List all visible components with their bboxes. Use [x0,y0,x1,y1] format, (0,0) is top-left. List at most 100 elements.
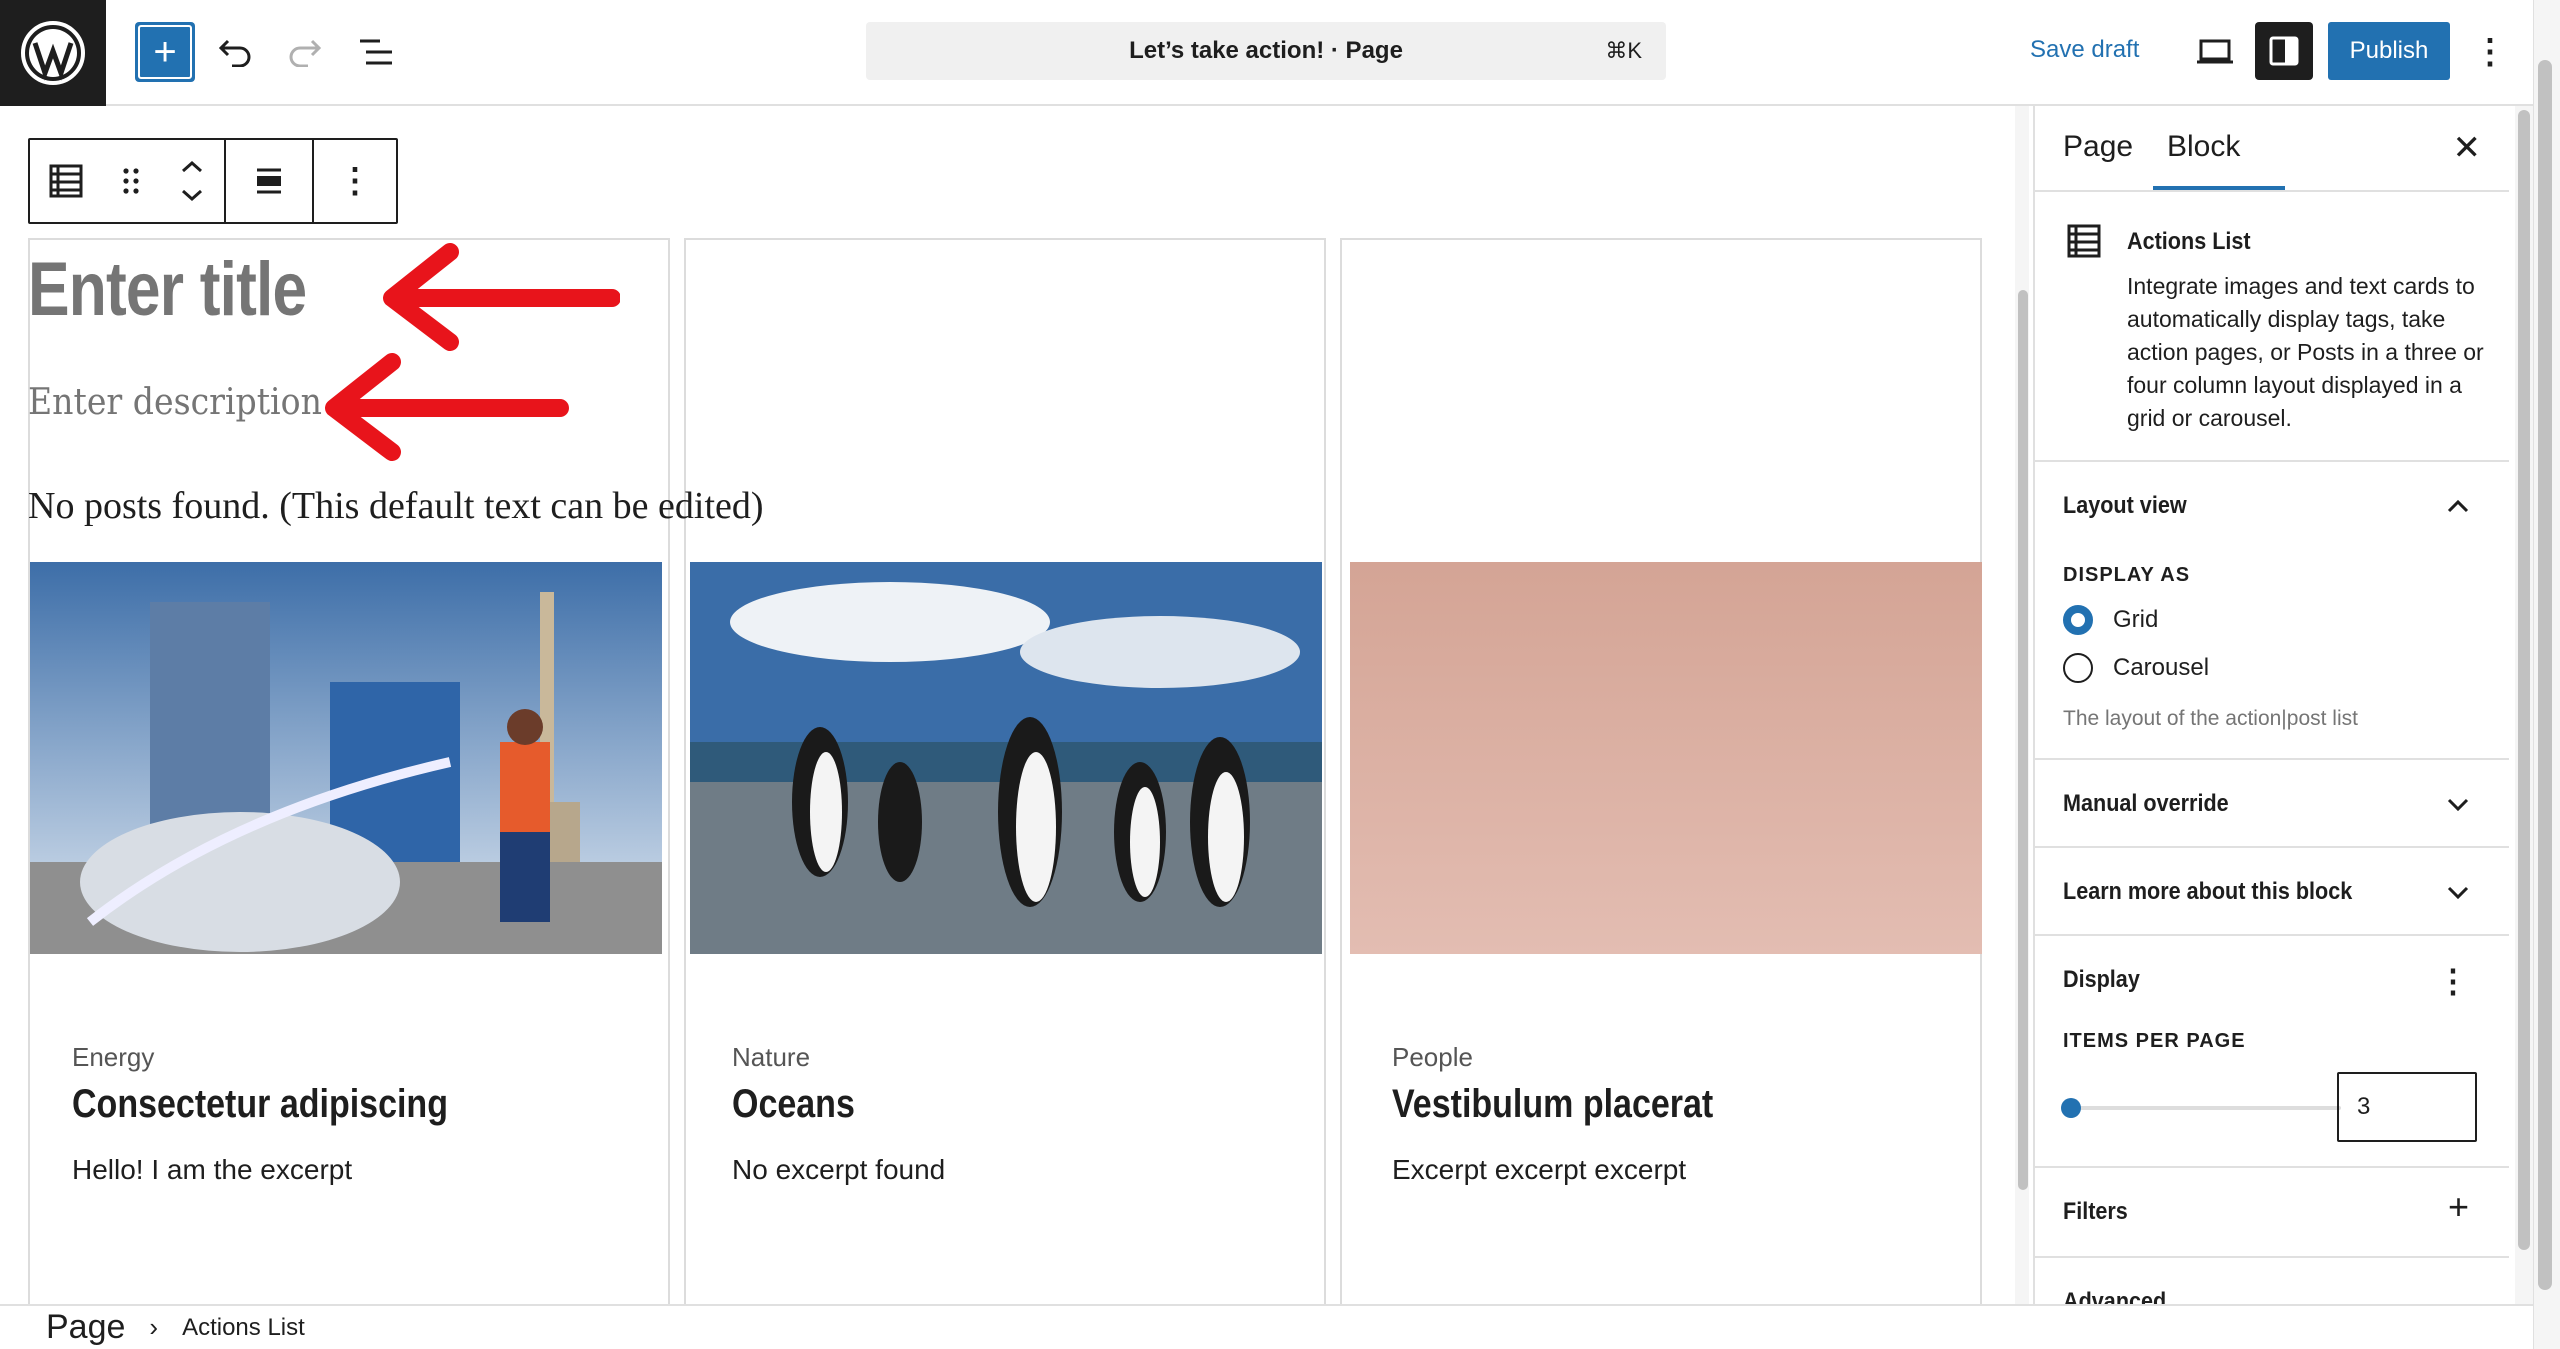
card-title[interactable]: Consectetur adipiscing [72,1082,448,1127]
tab-block[interactable]: Block [2167,130,2240,164]
editor-canvas[interactable]: ⋮ Enter title Enter description No posts… [0,106,2012,1304]
radio-checked-icon[interactable] [2063,605,2093,635]
breadcrumb-actions-list[interactable]: Actions List [182,1314,305,1342]
settings-sidebar: Page Block ✕ Actions List Integrate imag… [2033,106,2509,1304]
chevron-down-icon [2447,874,2469,906]
block-type-icon [2067,224,2101,258]
panel-title: Filters [2063,1198,2128,1225]
more-vertical-icon: ⋮ [2473,33,2507,71]
panel-title: Layout view [2063,492,2187,519]
breadcrumb-page[interactable]: Page [46,1308,125,1347]
card-excerpt: Hello! I am the excerpt [72,1154,353,1185]
panel-title: Learn more about this block [2063,878,2353,905]
settings-toggle-button[interactable] [2255,22,2313,80]
action-card[interactable]: People Vestibulum placerat Excerpt excer… [1350,562,1982,1185]
block-card: Actions List Integrate images and text c… [2035,192,2509,462]
align-button[interactable] [226,140,314,222]
display-as-control: DISPLAY AS Grid Carousel The layout of t… [2063,564,2483,731]
card-excerpt: Excerpt excerpt excerpt [1392,1154,1687,1185]
items-per-page-label: ITEMS PER PAGE [2063,1030,2246,1052]
radio-label: Carousel [2113,654,2210,681]
shortcut-hint: ⌘K [1605,38,1642,63]
close-sidebar-button[interactable]: ✕ [2453,128,2482,168]
align-wide-icon [257,168,281,194]
window-scrollbar-thumb[interactable] [2538,60,2552,1290]
block-type-icon[interactable] [49,164,83,198]
undo-icon [218,39,251,67]
panel-layout-view: Layout view DISPLAY AS Grid Carousel The… [2035,462,2509,760]
document-title: Let’s take action! · Page [1129,37,1403,64]
move-up-down-icon[interactable] [179,159,205,203]
panel-filters[interactable]: Filters + [2035,1168,2509,1258]
card-tag[interactable]: People [1392,1042,1473,1073]
description-placeholder[interactable]: Enter description [28,382,322,423]
canvas-scrollbar-thumb[interactable] [2018,290,2028,1190]
layout-help-text: The layout of the action|post list [2063,707,2358,730]
preview-device-button[interactable] [2185,22,2245,82]
panel-display: Display ⋮ ITEMS PER PAGE 3 [2035,936,2509,1168]
annotation-arrow-title [383,243,620,351]
items-per-page-input[interactable]: 3 [2337,1072,2477,1142]
more-vertical-icon[interactable]: ⋮ [2437,962,2469,1000]
block-options-button[interactable]: ⋮ [314,140,396,222]
panel-layout-view-header[interactable]: Layout view [2035,462,2509,550]
chevron-up-icon [2447,488,2469,520]
no-posts-text[interactable]: No posts found. (This default text can b… [28,484,764,528]
card-image-recycling [30,562,662,954]
items-per-page-slider[interactable] [2065,1106,2341,1110]
panel-learn-more[interactable]: Learn more about this block [2035,848,2509,936]
command-palette-bar[interactable]: Let’s take action! · Page ⌘K [866,22,1666,80]
card-image-placeholder [1350,562,1982,954]
panel-display-header: Display ⋮ [2035,936,2509,1024]
active-tab-indicator [2153,186,2285,190]
panel-title: Display [2063,966,2140,993]
sidebar-scrollbar-thumb[interactable] [2518,110,2530,1250]
block-switcher-group [30,140,226,222]
options-menu-button[interactable]: ⋮ [2462,22,2518,82]
radio-option-carousel[interactable]: Carousel [2063,653,2483,683]
panel-title: Advanced [2063,1288,2167,1304]
card-title[interactable]: Vestibulum placerat [1392,1082,1713,1127]
undo-button[interactable] [205,22,265,82]
card-tag[interactable]: Energy [72,1042,154,1073]
more-vertical-icon: ⋮ [338,162,372,200]
plus-icon: + [138,25,192,79]
close-icon: ✕ [2452,129,2482,167]
redo-button[interactable] [275,22,335,82]
action-card[interactable]: Nature Oceans No excerpt found [690,562,1322,1185]
radio-label: Grid [2113,606,2159,633]
radio-unchecked-icon[interactable] [2063,653,2093,683]
card-image-penguins [690,562,1322,954]
panel-advanced[interactable]: Advanced [2035,1258,2509,1304]
block-name: Actions List [2127,228,2251,255]
panel-manual-override[interactable]: Manual override [2035,760,2509,848]
radio-option-grid[interactable]: Grid [2063,605,2483,635]
title-placeholder[interactable]: Enter title [28,246,307,333]
action-card[interactable]: Energy Consectetur adipiscing Hello! I a… [30,562,662,1185]
editor-header: + Let’s take action! · Page ⌘K Save draf… [0,0,2560,106]
card-excerpt: No excerpt found [732,1154,946,1185]
wordpress-logo-icon[interactable] [0,0,106,106]
chevron-right-icon: › [149,1312,159,1342]
plus-icon: + [2447,1186,2469,1227]
add-block-button[interactable]: + [135,22,195,82]
annotation-arrow-description [325,353,569,461]
display-as-label: DISPLAY AS [2063,564,2191,586]
list-view-icon [360,39,392,65]
sidebar-tabs: Page Block ✕ [2035,106,2509,192]
card-tag[interactable]: Nature [732,1042,810,1073]
slider-thumb[interactable] [2061,1098,2081,1118]
tab-page[interactable]: Page [2063,130,2133,164]
desktop-icon [2197,39,2233,64]
document-overview-button[interactable] [346,22,406,82]
block-description: Integrate images and text cards to autom… [2127,273,2484,431]
publish-button[interactable]: Publish [2328,22,2450,80]
save-draft-button[interactable]: Save draft [2030,36,2139,64]
drag-handle-icon[interactable] [121,166,141,196]
sidebar-icon [2269,36,2299,66]
chevron-down-icon [2447,786,2469,818]
block-toolbar: ⋮ [28,138,398,224]
card-title[interactable]: Oceans [732,1082,855,1127]
block-breadcrumb: Page › Actions List [0,1304,2533,1349]
panel-title: Manual override [2063,790,2229,817]
